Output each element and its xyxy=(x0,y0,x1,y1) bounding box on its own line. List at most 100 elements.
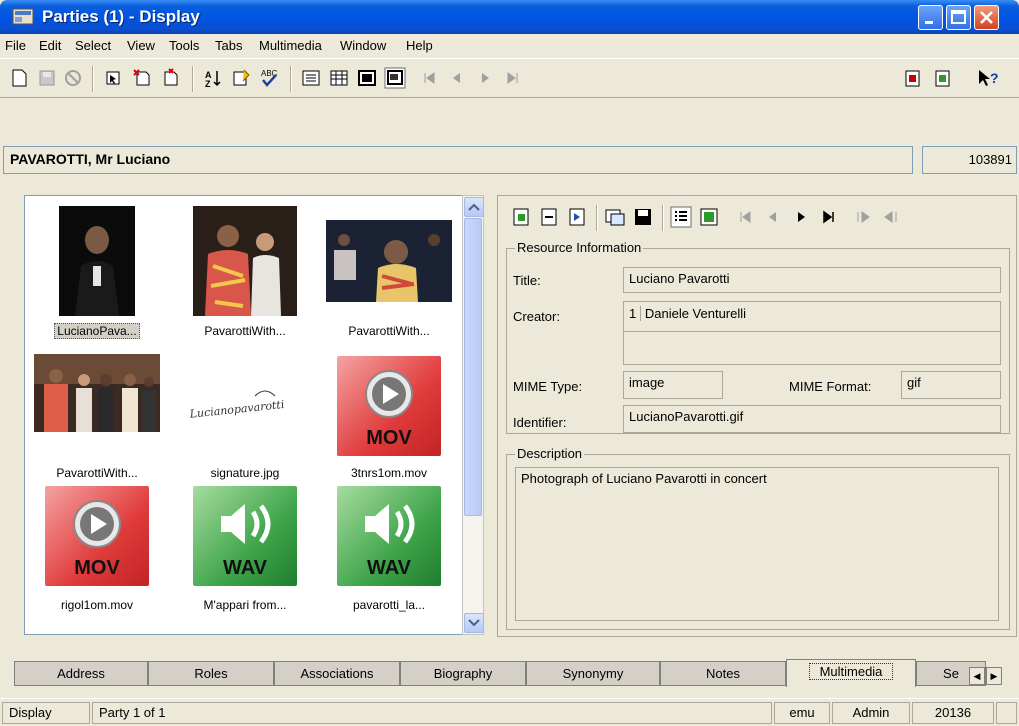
view-page-icon[interactable] xyxy=(356,67,378,89)
mov-file-icon: MOV xyxy=(337,356,441,456)
file-type-label: MOV xyxy=(366,427,412,449)
mime-format-field[interactable]: gif xyxy=(901,371,1001,399)
first-media-icon[interactable] xyxy=(734,206,756,228)
details-view-icon[interactable] xyxy=(670,206,692,228)
attach-document-icon[interactable] xyxy=(902,67,924,89)
minimize-button[interactable] xyxy=(918,5,943,30)
menu-tools[interactable]: Tools xyxy=(169,38,199,53)
identifier-field[interactable]: LucianoPavarotti.gif xyxy=(623,405,1001,433)
select-record-icon[interactable] xyxy=(102,67,124,89)
save-icon[interactable] xyxy=(36,67,58,89)
thumbnail-item[interactable]: PavarottiWith... xyxy=(27,344,167,484)
thumbnail-caption: PavarottiWith... xyxy=(348,324,430,338)
close-button[interactable] xyxy=(974,5,999,30)
menu-multimedia[interactable]: Multimedia xyxy=(259,38,322,53)
tab-label: Notes xyxy=(706,666,740,681)
scroll-up-button[interactable] xyxy=(464,197,484,217)
app-icon xyxy=(12,8,34,25)
tab-roles[interactable]: Roles xyxy=(148,661,274,686)
detach-document-icon[interactable] xyxy=(932,67,954,89)
new-icon[interactable] xyxy=(8,67,30,89)
mime-type-field[interactable]: image xyxy=(623,371,723,399)
identifier-label: Identifier: xyxy=(513,415,567,430)
toolbar-separator xyxy=(290,66,292,92)
view-list-icon[interactable] xyxy=(328,67,350,89)
import-multimedia-icon[interactable] xyxy=(566,206,588,228)
menu-tabs[interactable]: Tabs xyxy=(215,38,242,53)
toolbar-separator xyxy=(662,205,664,231)
status-user: Admin xyxy=(832,702,910,724)
status-module: emu xyxy=(774,702,830,724)
title-bar: Parties (1) - Display xyxy=(0,0,1019,34)
thumbnail-item[interactable]: MOV rigol1om.mov xyxy=(27,486,167,626)
creator-label: Creator: xyxy=(513,309,560,324)
rewind-media-icon[interactable] xyxy=(880,206,902,228)
photo-thumbnail xyxy=(34,354,160,432)
delete-record-icon[interactable] xyxy=(160,67,182,89)
menu-help[interactable]: Help xyxy=(406,38,433,53)
last-record-icon[interactable] xyxy=(502,67,524,89)
thumbnail-item[interactable]: PavarottiWith... xyxy=(319,202,459,342)
menu-view[interactable]: View xyxy=(127,38,155,53)
menu-file[interactable]: File xyxy=(5,38,26,53)
wav-file-icon: WAV xyxy=(193,486,297,586)
previous-media-icon[interactable] xyxy=(762,206,784,228)
spellcheck-icon[interactable]: ABC xyxy=(258,67,280,89)
thumbnail-caption: signature.jpg xyxy=(210,466,280,480)
cancel-icon[interactable] xyxy=(62,67,84,89)
file-type-label: WAV xyxy=(366,557,412,579)
sort-icon[interactable]: AZ xyxy=(202,67,224,89)
menu-bar: File Edit Select View Tools Tabs Multime… xyxy=(0,34,1019,58)
first-record-icon[interactable] xyxy=(418,67,440,89)
view-details-icon[interactable] xyxy=(300,67,322,89)
creator-row[interactable]: 1 Daniele Venturelli xyxy=(624,302,1000,332)
scroll-thumb[interactable] xyxy=(464,218,482,516)
tab-synonymy[interactable]: Synonymy xyxy=(526,661,660,686)
next-record-icon[interactable] xyxy=(474,67,496,89)
title-label: Title: xyxy=(513,273,541,288)
creator-list[interactable]: 1 Daniele Venturelli xyxy=(623,301,1001,365)
toolbar-separator xyxy=(92,66,94,92)
open-viewer-icon[interactable] xyxy=(604,206,626,228)
title-field[interactable]: Luciano Pavarotti xyxy=(623,267,1001,293)
thumbnail-item[interactable]: PavarottiWith... xyxy=(175,202,315,342)
thumbnail-view-icon[interactable] xyxy=(698,206,720,228)
tab-scroll-right-button[interactable]: ▶ xyxy=(986,667,1002,685)
thumbnail-item[interactable]: LucianoPava... xyxy=(27,202,167,342)
scroll-down-button[interactable] xyxy=(464,613,484,633)
remove-multimedia-icon[interactable] xyxy=(538,206,560,228)
last-media-icon[interactable] xyxy=(818,206,840,228)
maximize-button[interactable] xyxy=(946,5,971,30)
thumbnail-item[interactable]: MOV 3tnrs1om.mov xyxy=(319,344,459,484)
save-multimedia-icon[interactable] xyxy=(632,206,654,228)
tab-address[interactable]: Address xyxy=(14,661,148,686)
thumbnail-item[interactable]: WAV pavarotti_la... xyxy=(319,486,459,626)
context-help-icon[interactable]: ? xyxy=(976,67,998,89)
tab-multimedia[interactable]: Multimedia xyxy=(786,659,916,687)
thumbnail-item[interactable]: Lucianopavarotti signature.jpg xyxy=(175,344,315,484)
thumbnail-scrollbar[interactable] xyxy=(462,195,484,635)
tab-scroll-left-button[interactable]: ◀ xyxy=(969,667,985,685)
tab-associations[interactable]: Associations xyxy=(274,661,400,686)
svg-text:?: ? xyxy=(990,70,998,86)
tab-notes[interactable]: Notes xyxy=(660,661,786,686)
next-media-icon[interactable] xyxy=(790,206,812,228)
menu-select[interactable]: Select xyxy=(75,38,111,53)
thumbnail-item[interactable]: WAV M'appari from... xyxy=(175,486,315,626)
description-label: Description xyxy=(515,446,585,461)
previous-record-icon[interactable] xyxy=(446,67,468,89)
add-multimedia-icon[interactable] xyxy=(510,206,532,228)
play-icon xyxy=(73,500,121,548)
speaker-icon xyxy=(365,504,415,544)
play-media-icon[interactable] xyxy=(852,206,874,228)
thumbnail-caption: PavarottiWith... xyxy=(56,466,138,480)
add-record-icon[interactable] xyxy=(132,67,154,89)
window-title: Parties (1) - Display xyxy=(42,7,200,26)
menu-window[interactable]: Window xyxy=(340,38,386,53)
menu-edit[interactable]: Edit xyxy=(39,38,61,53)
view-multimedia-icon[interactable] xyxy=(384,67,406,89)
tab-biography[interactable]: Biography xyxy=(400,661,526,686)
creator-index: 1 xyxy=(629,306,642,321)
description-field[interactable]: Photograph of Luciano Pavarotti in conce… xyxy=(515,467,999,621)
report-icon[interactable] xyxy=(230,67,252,89)
